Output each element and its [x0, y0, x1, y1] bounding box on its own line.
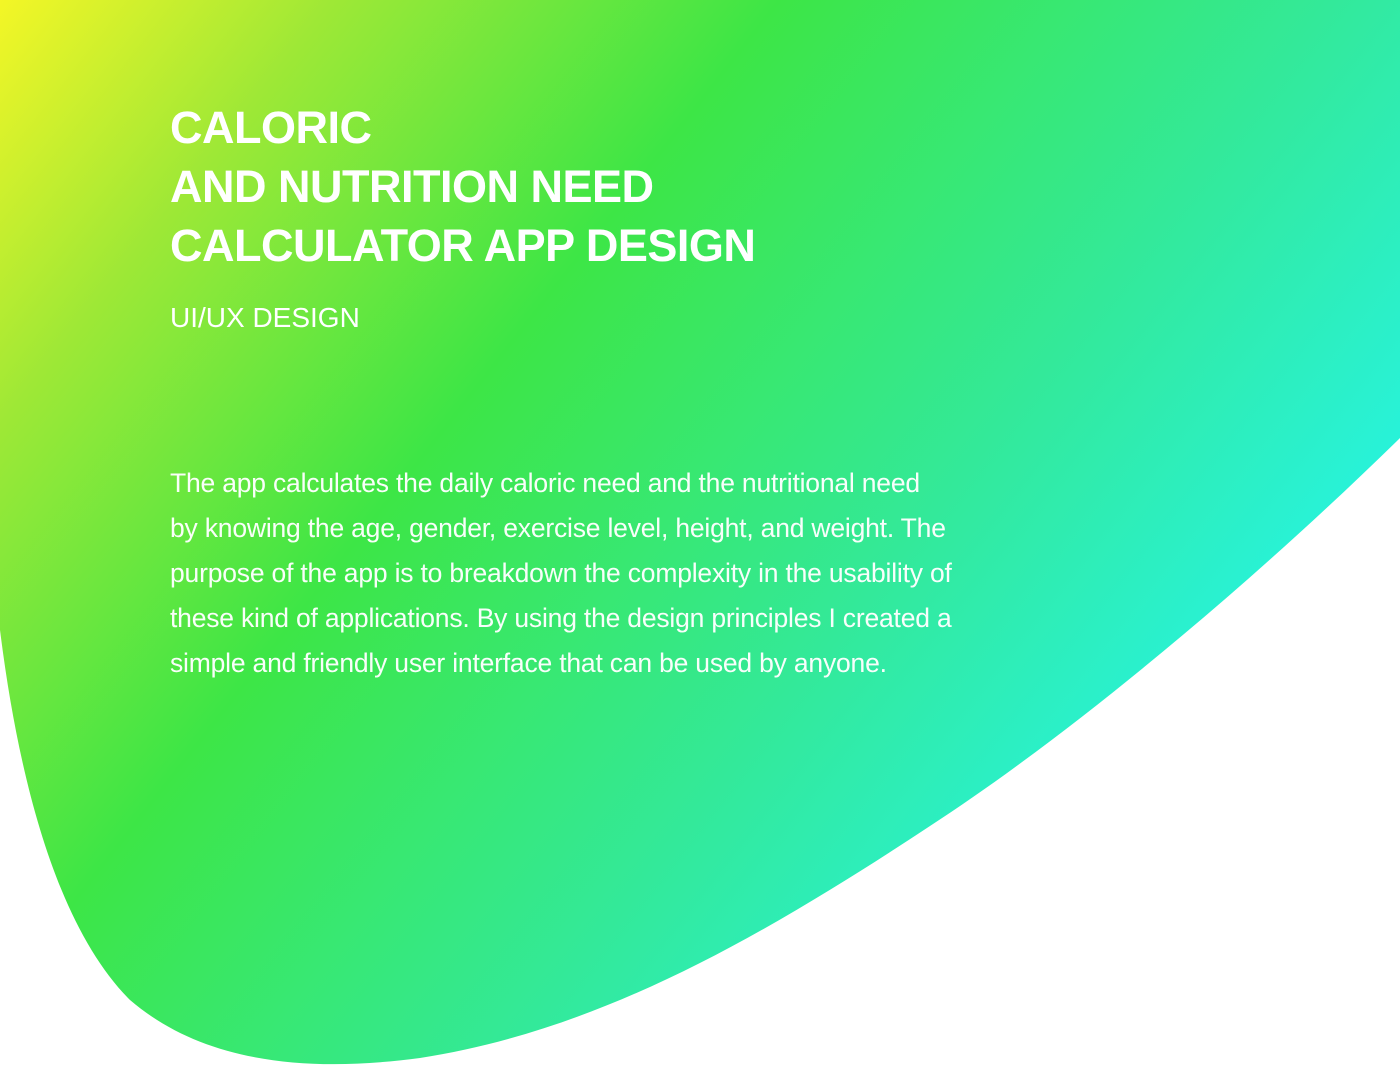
description-line-2: by knowing the age, gender, exercise lev… [170, 513, 946, 543]
description-line-3: purpose of the app is to breakdown the c… [170, 558, 952, 588]
title-line-3: CALCULATOR APP DESIGN [170, 220, 756, 271]
title-line-2: AND NUTRITION NEED [170, 161, 654, 212]
page: CALORIC AND NUTRITION NEED CALCULATOR AP… [0, 0, 1400, 1066]
description-paragraph: The app calculates the daily caloric nee… [170, 461, 1070, 686]
description-line-1: The app calculates the daily caloric nee… [170, 468, 920, 498]
description-line-4: these kind of applications. By using the… [170, 603, 952, 633]
hero-content: CALORIC AND NUTRITION NEED CALCULATOR AP… [170, 98, 1070, 686]
title-line-1: CALORIC [170, 102, 372, 153]
page-title: CALORIC AND NUTRITION NEED CALCULATOR AP… [170, 98, 1070, 275]
page-subtitle: UI/UX DESIGN [170, 302, 360, 333]
description-line-5: simple and friendly user interface that … [170, 648, 887, 678]
